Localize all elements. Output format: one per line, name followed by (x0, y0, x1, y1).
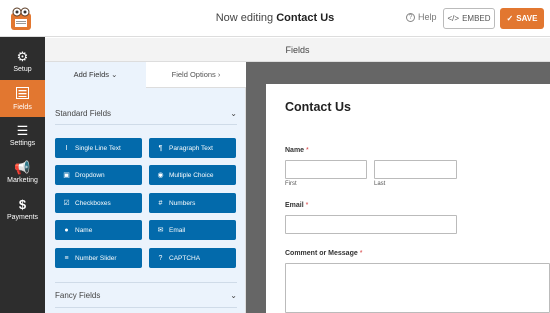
field-button-label: Checkboxes (75, 199, 111, 207)
tab-label: Add Fields (73, 70, 110, 79)
sidebar-item-settings[interactable]: ☰ Settings (0, 117, 45, 154)
field-button-label: Numbers (169, 199, 196, 207)
field-button-label: Multiple Choice (169, 171, 214, 179)
fields-header: Fields (45, 38, 550, 62)
envelope-icon: ✉ (157, 227, 164, 234)
name-field-label: Name * (285, 147, 309, 154)
sidebar-item-marketing[interactable]: 📢 Marketing (0, 154, 45, 191)
form-title: Contact Us (285, 100, 351, 114)
text-cursor-icon: I (65, 144, 68, 152)
divider (55, 282, 237, 283)
slider-icon: ≡ (64, 254, 69, 262)
title-prefix: Now editing (215, 12, 274, 24)
chevron-down-icon: ⌄ (230, 291, 237, 300)
required-marker: * (359, 250, 363, 257)
gear-icon: ⚙ (16, 49, 29, 64)
label-text: Name (285, 147, 305, 154)
tab-add-fields[interactable]: Add Fields ⌄ (45, 62, 146, 88)
field-button-label: CAPTCHA (169, 254, 201, 262)
field-button-label: Dropdown (75, 171, 105, 179)
field-button-captcha[interactable]: ? CAPTCHA (149, 248, 236, 268)
field-button-label: Email (169, 226, 186, 234)
radio-icon: ◉ (157, 172, 164, 179)
sidebar-item-setup[interactable]: ⚙ Setup (0, 43, 45, 80)
fields-panel: Add Fields ⌄ Field Options › Standard Fi… (45, 62, 246, 313)
question-icon: ? (158, 254, 163, 262)
help-icon: ? (406, 12, 415, 22)
fancy-fields-header[interactable]: Fancy Fields ⌄ (55, 291, 237, 300)
code-icon: </> (447, 14, 460, 23)
email-field-label: Email * (285, 202, 308, 209)
first-sublabel: First (285, 181, 297, 187)
required-marker: * (305, 202, 309, 209)
label-text: Email (285, 202, 304, 209)
sidebar-item-fields[interactable]: Fields (0, 80, 45, 117)
field-button-label: Single Line Text (75, 144, 121, 152)
fields-icon (16, 86, 29, 102)
field-button-numbers[interactable]: # Numbers (149, 193, 236, 213)
form-preview: Contact Us Name * First Last Email * Com… (266, 84, 550, 313)
field-button-paragraph-text[interactable]: ¶ Paragraph Text (149, 138, 236, 158)
tab-label: Field Options (171, 70, 216, 79)
form-name: Contact Us (276, 12, 335, 24)
email-input[interactable] (285, 215, 457, 234)
field-button-name[interactable]: ● Name (55, 220, 142, 240)
save-label: SAVE (516, 14, 538, 23)
dropdown-icon: ▣ (63, 172, 70, 179)
required-marker: * (306, 147, 309, 154)
sidebar-item-label: Settings (9, 140, 36, 147)
builder-sidebar: ⚙ Setup Fields ☰ Settings 📢 Marketing $ … (0, 37, 45, 313)
section-title: Standard Fields (55, 109, 112, 118)
sidebar-item-label: Marketing (7, 177, 38, 184)
last-sublabel: Last (374, 181, 386, 187)
help-label: Help (418, 12, 437, 22)
chevron-down-icon: ⌄ (230, 109, 237, 118)
sliders-icon: ☰ (16, 123, 29, 138)
sidebar-item-label: Payments (6, 214, 39, 221)
sidebar-item-label: Setup (13, 66, 32, 73)
first-name-input[interactable] (285, 160, 367, 179)
field-button-dropdown[interactable]: ▣ Dropdown (55, 165, 142, 185)
label-text: Comment or Message (285, 250, 358, 257)
chevron-right-icon: › (217, 70, 221, 79)
panel-tabs: Add Fields ⌄ Field Options › (45, 62, 246, 88)
message-field-label: Comment or Message * (285, 250, 362, 257)
user-icon: ● (64, 226, 69, 234)
section-title: Fancy Fields (55, 291, 101, 300)
embed-button[interactable]: </> EMBED (443, 8, 495, 29)
chevron-down-icon: ⌄ (111, 70, 118, 79)
top-bar: Now editing Contact Us ? Help </> EMBED … (0, 0, 550, 37)
field-button-number-slider[interactable]: ≡ Number Slider (55, 248, 142, 268)
field-button-checkboxes[interactable]: ☑ Checkboxes (55, 193, 142, 213)
field-button-single-line-text[interactable]: I Single Line Text (55, 138, 142, 158)
dollar-icon: $ (18, 197, 27, 212)
help-link[interactable]: ? Help (406, 12, 437, 22)
embed-label: EMBED (462, 14, 491, 23)
sidebar-item-payments[interactable]: $ Payments (0, 191, 45, 228)
sidebar-item-label: Fields (13, 103, 32, 111)
divider (55, 307, 237, 308)
field-button-label: Paragraph Text (169, 144, 213, 152)
last-name-input[interactable] (374, 160, 457, 179)
field-button-email[interactable]: ✉ Email (149, 220, 236, 240)
field-button-label: Name (75, 226, 93, 234)
message-textarea[interactable] (285, 263, 550, 313)
divider (55, 124, 237, 125)
tab-field-options[interactable]: Field Options › (146, 62, 246, 88)
save-button[interactable]: ✓ SAVE (500, 8, 544, 29)
check-icon: ✓ (506, 14, 514, 23)
field-button-multiple-choice[interactable]: ◉ Multiple Choice (149, 165, 236, 185)
field-button-label: Number Slider (75, 254, 117, 262)
paragraph-icon: ¶ (158, 144, 163, 152)
megaphone-icon: 📢 (14, 160, 31, 175)
checkbox-icon: ☑ (63, 200, 70, 207)
hash-icon: # (158, 199, 163, 207)
standard-fields-header[interactable]: Standard Fields ⌄ (55, 109, 237, 118)
